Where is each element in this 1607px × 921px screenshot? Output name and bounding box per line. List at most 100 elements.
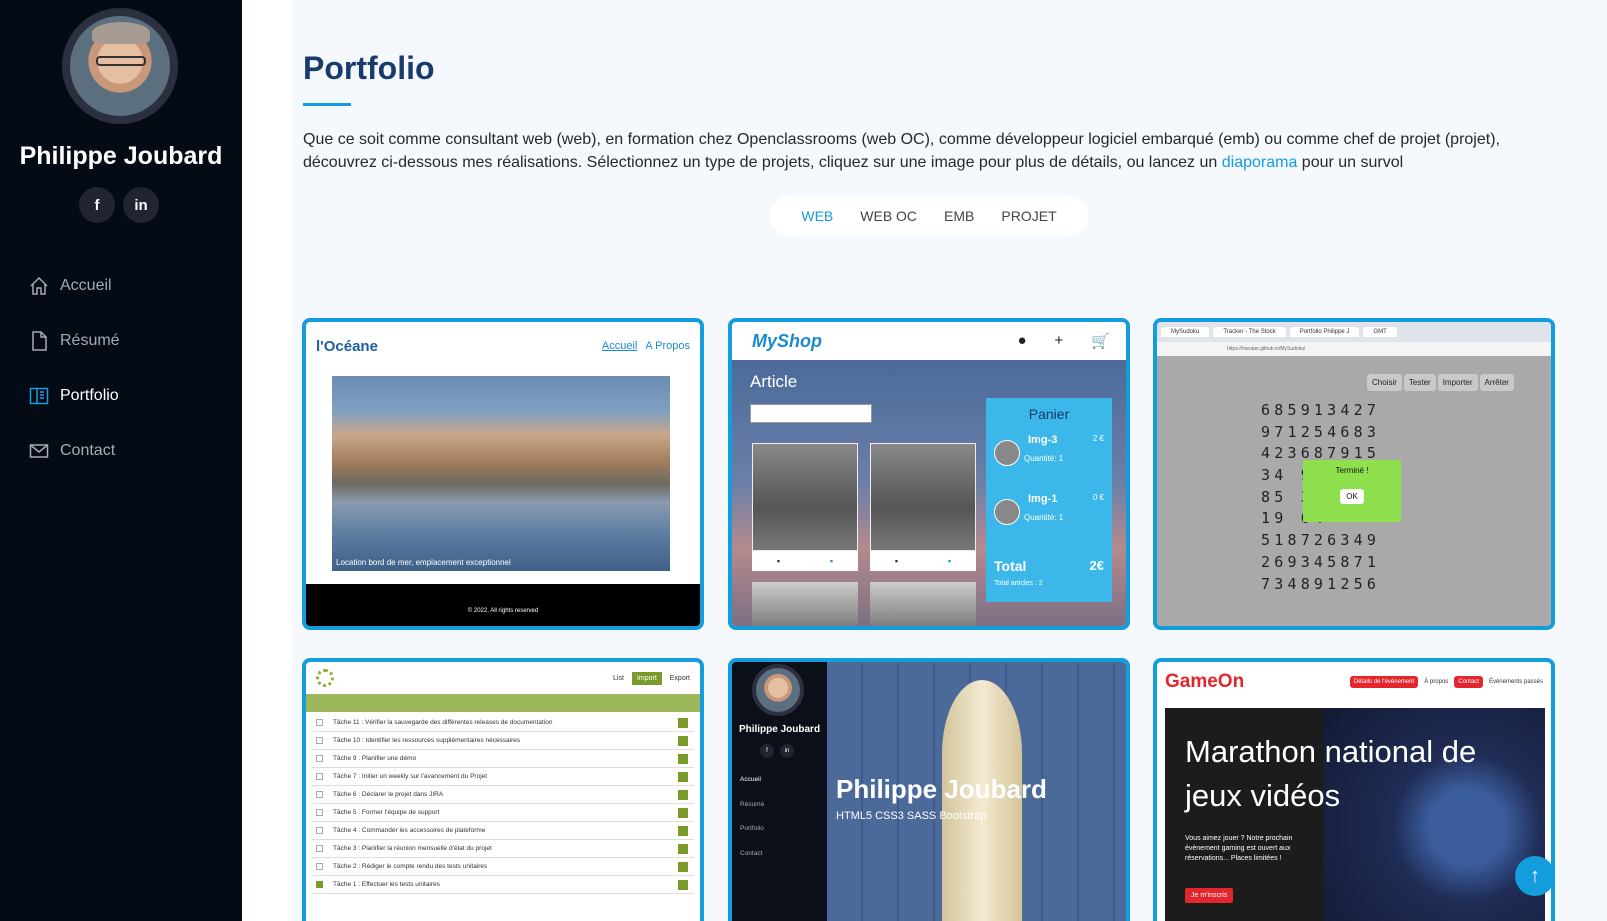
trash-icon [678,718,688,728]
cart-line: Img-1 0 € Quantité: 1 [992,493,1108,543]
portfolio-filters: WEB WEB OC EMB PROJET [770,196,1088,236]
browser-tabs: MySudoku Tracker - The Stock Portfolio P… [1157,322,1551,342]
left-band [242,0,292,921]
sudoku-modal-text: Terminé ! [1335,466,1369,475]
nav-item-accueil[interactable]: Accueil [28,258,120,313]
list-item: Tâche 9 : Planifier une démo [312,750,694,768]
list-item: Tâche 6 : Déclarer le projet dans JIRA [312,786,694,804]
profile-hero-title: Philippe Joubard [836,774,1047,804]
todo-logo-icon [316,669,334,687]
product-actions: ▪ ▪ [870,551,976,571]
list-item: Tâche 1 : Effectuer les tests unitaires [312,876,694,894]
gameon-header: GameOn Détails de l'évènement À propos C… [1157,662,1551,702]
sudoku-importer-button: Importer [1437,374,1478,391]
profile-mini-nav-item: Contact [740,849,763,857]
sudoku-done-modal: Terminé ! OK [1303,460,1401,522]
nav-item-portfolio[interactable]: Portfolio [28,368,120,423]
back-to-top-button[interactable]: ↑ [1515,856,1555,896]
trash-icon [678,844,688,854]
cart-line-qty: Quantité: 1 [1024,513,1064,522]
cart-panel: Panier Img-3 2 € Quantité: 1 Img-1 0 € Q… [986,398,1112,602]
linkedin-icon[interactable]: in [123,187,159,223]
cart-line-thumbnail [994,440,1020,466]
portfolio-item-sudoku[interactable]: MySudoku Tracker - The Stock Portfolio P… [1153,318,1555,630]
checkbox [316,755,323,762]
list-item: Tâche 3 : Planifier la réunion mensuelle… [312,840,694,858]
social-links: f in [79,187,159,223]
portfolio-item-profile[interactable]: Philippe Joubard f in Accueil Résumé Port… [728,658,1130,921]
browser-tab: Portfolio Philippe J [1289,327,1360,337]
nav-item-label: Accueil [60,276,112,294]
checkbox [316,809,323,816]
envelope-icon [28,440,50,462]
nav-item-label: Résumé [60,331,120,349]
filter-web[interactable]: WEB [801,208,833,224]
list-item: Tâche 7 : Initier un weekly sur l'avance… [312,768,694,786]
avatar [752,664,804,716]
filter-projet[interactable]: PROJET [1001,208,1056,224]
cart-line-qty: Quantité: 1 [1024,454,1064,463]
todo-menu-export: Export [669,674,690,682]
portfolio-item-oceane[interactable]: l'Océane Accueil A Propos Location bord d… [302,318,704,630]
gameon-text: Vous aimez jouer ? Notre prochain évènem… [1185,835,1293,862]
list-item: Tâche 5 : Former l'équipe de support [312,804,694,822]
trash-icon [678,790,688,800]
cart-line: Img-3 2 € Quantité: 1 [992,434,1108,484]
facebook-icon: f [760,744,774,758]
portfolio-item-todo[interactable]: List Import Export Tâche 11 : Vérifier la … [302,658,704,921]
filter-emb[interactable]: EMB [944,208,974,224]
intro-text: Que ce soit comme consultant web (web), … [303,128,1553,174]
checkbox [316,845,323,852]
sudoku-choisir-button: Choisir [1367,374,1402,391]
trash-icon: ▪ [776,556,781,566]
oceane-caption: Location bord de mer, emplacement except… [336,558,511,567]
task-label: Tâche 9 : Planifier une démo [333,755,417,762]
cart-icon: ▪ [829,556,834,566]
product-thumbnail [752,443,858,551]
list-item: Tâche 10 : Identifier les ressources sup… [312,732,694,750]
nav-item-label: Contact [60,441,116,459]
task-label: Tâche 5 : Former l'équipe de support [333,809,440,816]
gameon-menu-item: Évènements passés [1488,679,1543,685]
cart-line-thumbnail [994,499,1020,525]
profile-mini-nav: Accueil Résumé Portfolio Contact [740,776,764,874]
cart-total-articles: Total articles : 2 [994,580,1043,587]
checkbox [316,719,323,726]
oceane-links: Accueil A Propos [602,340,690,352]
gameon-logo: GameOn [1165,671,1245,692]
sudoku-tester-button: Tester [1403,374,1436,391]
portfolio-item-myshop[interactable]: MyShop ● + 🛒 Article ▪ ▪ ▪ ▪ Panier Img-3 … [728,318,1130,630]
myshop-article-heading: Article [750,372,798,391]
profile-name: Philippe Joubard [19,142,223,170]
sidebar: Philippe Joubard f in Accueil Résumé Por… [0,0,242,921]
list-item: Tâche 4 : Commander les accessoires de p… [312,822,694,840]
trash-icon [678,826,688,836]
todo-header: List Import Export [306,662,700,694]
gameon-menu-item: Contact [1454,676,1483,688]
nav-item-resume[interactable]: Résumé [28,313,120,368]
checkbox-checked [316,881,323,888]
avatar [62,8,178,124]
task-label: Tâche 2 : Rédiger le compte rendu des te… [333,863,488,870]
gameon-headline: Marathon national de jeux vidéos [1185,734,1477,813]
browser-tab: Tracker - The Stock [1213,327,1286,337]
filter-web-oc[interactable]: WEB OC [860,208,917,224]
trash-icon: ▪ [894,556,899,566]
sudoku-buttons: Choisir Tester Importer Arrêter [1367,374,1514,391]
oceane-logo: l'Océane [316,337,378,355]
cart-line-price: 2 € [1092,434,1104,443]
sudoku-row: 734891256 [1261,574,1381,593]
facebook-icon[interactable]: f [79,187,115,223]
gameon-hero: Marathon national de jeux vidéos Vous ai… [1165,708,1545,921]
task-label: Tâche 3 : Planifier la réunion mensuelle… [333,845,492,852]
portfolio-item-gameon[interactable]: GameOn Détails de l'évènement À propos C… [1153,658,1555,921]
diaporama-link[interactable]: diaporama [1222,154,1298,171]
trash-icon [678,772,688,782]
browser-url: https://meraier.github.io/MySudoku/ [1157,342,1551,356]
nav-item-contact[interactable]: Contact [28,423,120,478]
user-icon: ● [1017,332,1027,349]
harbor-image: Location bord de mer, emplacement except… [332,376,670,571]
oceane-header: l'Océane Accueil A Propos [306,322,700,370]
product-thumbnail [870,582,976,626]
sudoku-ok-button: OK [1340,489,1364,504]
